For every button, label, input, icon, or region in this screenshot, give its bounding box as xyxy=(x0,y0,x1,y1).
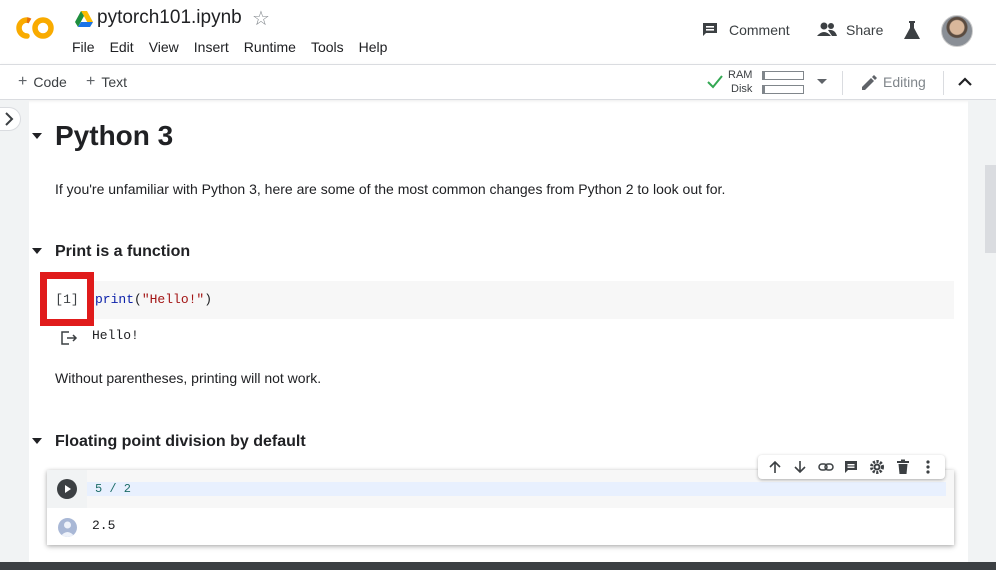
arrow-up-icon[interactable] xyxy=(766,458,784,476)
ram-usage-bar[interactable] xyxy=(762,71,804,80)
app-header: pytorch101.ipynb ☆ File Edit View Insert… xyxy=(0,0,996,64)
gear-icon[interactable] xyxy=(868,458,886,476)
cell-output: 2.5 xyxy=(92,518,116,533)
output-actions-icon[interactable] xyxy=(60,330,78,346)
user-avatar[interactable] xyxy=(941,15,973,47)
run-cell-button[interactable] xyxy=(57,479,77,499)
menu-file[interactable]: File xyxy=(72,39,95,55)
disk-usage-bar[interactable] xyxy=(762,85,804,94)
chevron-down-icon[interactable] xyxy=(815,74,829,88)
comment-icon xyxy=(703,23,717,36)
star-icon[interactable]: ☆ xyxy=(252,7,270,31)
cell-output: Hello! xyxy=(92,328,139,343)
comment-label: Comment xyxy=(729,22,790,38)
ram-label: RAM xyxy=(728,69,753,81)
menu-insert[interactable]: Insert xyxy=(194,39,229,55)
execution-count[interactable]: [1] xyxy=(40,272,94,326)
code-token-string: "Hello!" xyxy=(141,292,205,307)
play-icon xyxy=(65,485,71,493)
add-text-button[interactable]: + Text xyxy=(86,73,127,91)
collapse-section-icon[interactable] xyxy=(32,247,42,255)
note-text: Without parentheses, printing will not w… xyxy=(55,370,322,386)
share-button[interactable]: Share xyxy=(816,20,883,40)
heading-print-function: Print is a function xyxy=(55,243,191,260)
connected-check-icon[interactable] xyxy=(706,74,724,90)
user-icon xyxy=(58,518,77,537)
pencil-icon[interactable] xyxy=(860,74,878,92)
code-token-paren: ( xyxy=(134,292,142,307)
add-code-button[interactable]: + Code xyxy=(18,73,67,91)
notebook-toolbar: + Code + Text RAM Disk Editing xyxy=(0,64,996,100)
menu-help[interactable]: Help xyxy=(359,39,388,55)
comment-button[interactable]: Comment xyxy=(700,20,790,40)
add-code-label: Code xyxy=(33,74,67,90)
heading-python3: Python 3 xyxy=(55,120,174,151)
scrollbar-thumb[interactable] xyxy=(985,165,996,253)
comment-icon[interactable] xyxy=(842,458,860,476)
code-token-paren: ) xyxy=(204,292,213,307)
code-editor-line[interactable]: print("Hello!") xyxy=(95,292,212,307)
chevron-up-icon[interactable] xyxy=(956,75,974,89)
left-side-panel xyxy=(0,100,29,562)
menu-view[interactable]: View xyxy=(149,39,179,55)
toolbar-divider xyxy=(943,71,944,95)
plus-icon: + xyxy=(86,73,96,90)
collapse-section-icon[interactable] xyxy=(32,132,42,140)
code-editor-line[interactable]: 5 / 2 xyxy=(95,482,131,496)
arrow-down-icon[interactable] xyxy=(791,458,809,476)
plus-icon: + xyxy=(18,73,28,90)
active-line-highlight xyxy=(87,482,946,496)
google-drive-icon[interactable] xyxy=(74,10,94,28)
link-icon[interactable] xyxy=(817,458,835,476)
bottom-edge xyxy=(0,562,996,570)
disk-label: Disk xyxy=(731,83,753,95)
share-label: Share xyxy=(846,22,884,38)
heading-float-division: Floating point division by default xyxy=(55,433,306,450)
chevron-right-icon xyxy=(5,112,14,126)
cell-toolbar xyxy=(758,455,945,479)
colab-logo[interactable] xyxy=(14,14,56,42)
menu-edit[interactable]: Edit xyxy=(110,39,134,55)
trash-icon[interactable] xyxy=(894,458,912,476)
more-vert-icon[interactable] xyxy=(919,458,937,476)
menu-bar: File Edit View Insert Runtime Tools Help xyxy=(72,39,387,55)
people-icon xyxy=(817,22,837,36)
menu-runtime[interactable]: Runtime xyxy=(244,39,296,55)
side-panel-toggle[interactable] xyxy=(0,107,21,131)
code-token-func: print xyxy=(95,292,135,307)
add-text-label: Text xyxy=(101,74,128,90)
collapse-section-icon[interactable] xyxy=(32,437,42,445)
intro-text: If you're unfamiliar with Python 3, here… xyxy=(55,181,726,197)
labs-flask-icon[interactable] xyxy=(902,19,922,41)
notebook-title[interactable]: pytorch101.ipynb xyxy=(97,7,242,29)
editing-mode-label[interactable]: Editing xyxy=(883,74,926,90)
toolbar-divider xyxy=(842,71,843,95)
menu-tools[interactable]: Tools xyxy=(311,39,344,55)
